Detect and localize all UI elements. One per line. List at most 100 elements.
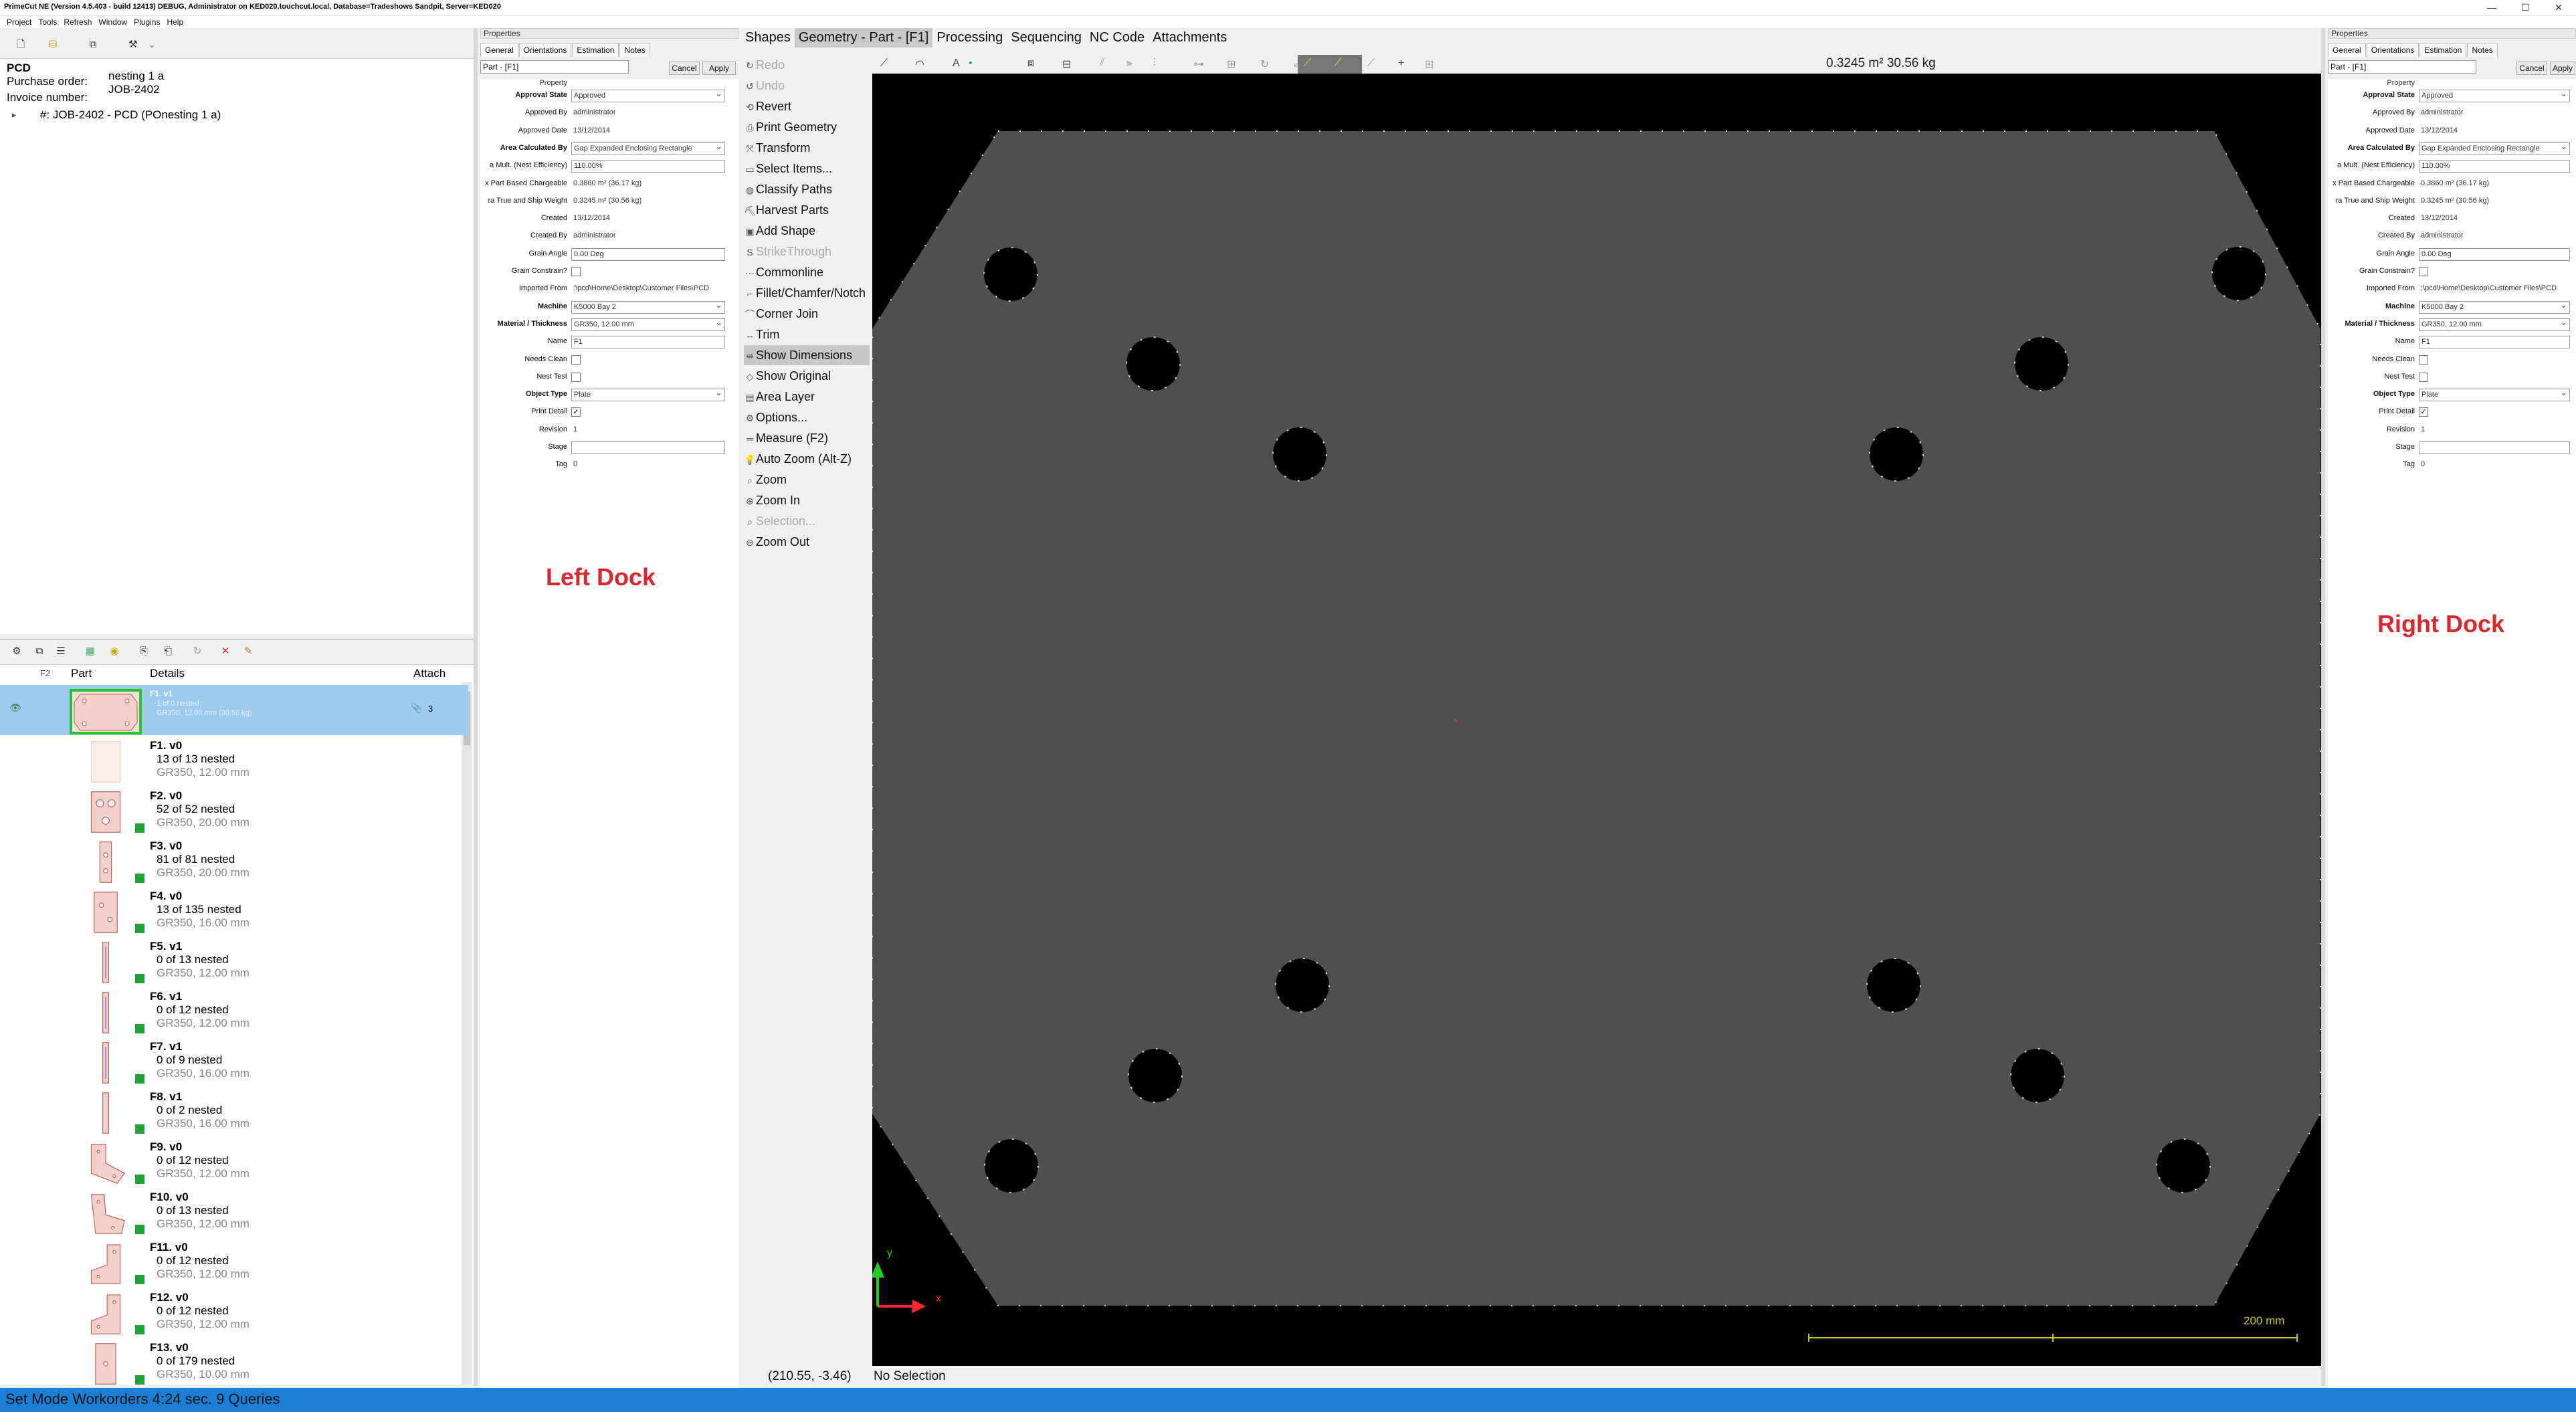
- command-transform[interactable]: ⤧ Transform: [744, 138, 870, 158]
- target-icon[interactable]: ◉: [107, 644, 122, 659]
- tools-icon[interactable]: ⚒: [126, 37, 140, 52]
- property-checkbox[interactable]: [2419, 372, 2428, 382]
- command-area-layer[interactable]: ▤ Area Layer: [744, 387, 870, 407]
- command-trim[interactable]: ↔ Trim: [744, 324, 870, 344]
- settings-icon[interactable]: ⚙: [9, 644, 24, 659]
- command-measure-f2[interactable]: ═ Measure (F2): [744, 428, 870, 448]
- visibility-icon[interactable]: 👁: [9, 702, 21, 714]
- command-harvest-parts[interactable]: ⛏Harvest Parts: [744, 200, 870, 220]
- command-corner-join[interactable]: ⌒ Corner Join: [744, 304, 870, 324]
- property-value[interactable]: GR350, 12.00 mm: [2419, 318, 2570, 331]
- arc-icon[interactable]: ◠: [915, 58, 924, 71]
- apply-button[interactable]: Apply: [2550, 62, 2575, 75]
- chevron-down-icon[interactable]: ⌄: [144, 37, 159, 52]
- attachment-icon[interactable]: 📎: [411, 702, 422, 714]
- cancel-button[interactable]: Cancel: [669, 62, 700, 75]
- property-value[interactable]: Gap Expanded Enclosing Rectangle: [2419, 142, 2570, 155]
- tab-nc-code[interactable]: NC Code: [1086, 28, 1149, 47]
- command-options[interactable]: ⚙ Options...: [744, 407, 870, 427]
- table-row[interactable]: F10. v0 0 of 13 nested GR350, 12.00 mm: [0, 1187, 468, 1237]
- hole[interactable]: [983, 247, 1038, 302]
- property-value[interactable]: [2419, 441, 2570, 454]
- command-revert[interactable]: ⟲ Revert: [744, 96, 870, 116]
- minimize-button[interactable]: —: [2475, 0, 2508, 16]
- command-print-geometry[interactable]: ⎙ Print Geometry: [744, 117, 870, 137]
- property-value[interactable]: 110.00%: [2419, 160, 2570, 173]
- join-icon[interactable]: ⊶: [1193, 58, 1204, 71]
- refresh-icon[interactable]: ↻: [190, 644, 205, 659]
- apply-button[interactable]: Apply: [702, 62, 736, 75]
- column-header-part[interactable]: Part: [71, 665, 92, 682]
- tab-general[interactable]: General: [2328, 43, 2366, 57]
- paste-icon[interactable]: ⎗: [161, 644, 175, 659]
- point-icon[interactable]: •: [969, 58, 973, 70]
- property-value[interactable]: 0.00 Deg: [2419, 247, 2570, 261]
- property-value[interactable]: F1: [571, 336, 725, 349]
- job-tree-item[interactable]: #: JOB-2402 - PCD (POnesting 1 a): [40, 108, 221, 122]
- hole[interactable]: [1128, 1048, 1183, 1103]
- table-row[interactable]: F2. v0 52 of 52 nested GR350, 20.00 mm: [0, 785, 468, 835]
- tab-shapes[interactable]: Shapes: [741, 28, 795, 47]
- property-checkbox[interactable]: [2419, 355, 2428, 365]
- property-value[interactable]: K5000 Bay 2: [571, 300, 725, 314]
- property-value[interactable]: F1: [2419, 336, 2570, 349]
- command-fillet-chamfer-notch[interactable]: ⌐ Fillet/Chamfer/Notch: [744, 283, 870, 303]
- menu-refresh[interactable]: Refresh: [64, 17, 92, 27]
- hole[interactable]: [2156, 1138, 2211, 1193]
- property-value[interactable]: GR350, 12.00 mm: [571, 318, 725, 331]
- hole[interactable]: [1869, 427, 1924, 482]
- tab-processing[interactable]: Processing: [932, 28, 1007, 47]
- align-icon[interactable]: ⧈: [1027, 58, 1034, 70]
- distribute-icon[interactable]: ⊟: [1062, 58, 1071, 71]
- hole[interactable]: [1272, 427, 1327, 482]
- column-header-details[interactable]: Details: [150, 665, 185, 682]
- column-header-attach[interactable]: Attach: [413, 665, 445, 682]
- menu-project[interactable]: Project: [7, 17, 31, 27]
- hole[interactable]: [2014, 336, 2069, 391]
- new-icon[interactable]: 🗋: [13, 37, 28, 52]
- tab-geometry[interactable]: Geometry - Part - [F1]: [794, 28, 933, 47]
- property-value[interactable]: 110.00%: [571, 160, 725, 173]
- command-add-shape[interactable]: ▣ Add Shape: [744, 221, 870, 241]
- layers-icon[interactable]: ⧉: [32, 644, 47, 659]
- stack-icon[interactable]: ☰: [54, 644, 68, 659]
- tab-estimation[interactable]: Estimation: [2419, 43, 2467, 57]
- tab-sequencing[interactable]: Sequencing: [1007, 28, 1086, 47]
- property-value[interactable]: [571, 441, 725, 454]
- delete-icon[interactable]: ✕: [218, 644, 233, 659]
- property-checkbox[interactable]: ✓: [571, 407, 581, 417]
- tab-attachments[interactable]: Attachments: [1149, 28, 1231, 47]
- tab-estimation[interactable]: Estimation: [572, 43, 619, 57]
- property-checkbox[interactable]: [571, 372, 581, 382]
- tree-expand-icon[interactable]: ▸: [12, 110, 17, 120]
- property-value[interactable]: Approved: [2419, 90, 2570, 102]
- command-commonline[interactable]: ⋯ Commonline: [744, 262, 870, 282]
- table-row[interactable]: F3. v0 81 of 81 nested GR350, 20.00 mm: [0, 835, 468, 886]
- tab-general[interactable]: General: [480, 43, 518, 57]
- property-checkbox[interactable]: [2419, 267, 2428, 276]
- property-value[interactable]: Approved: [571, 90, 725, 102]
- hole[interactable]: [2010, 1048, 2065, 1103]
- hole[interactable]: [2211, 246, 2266, 301]
- property-value[interactable]: Plate: [2419, 389, 2570, 402]
- part-selector-dropdown[interactable]: Part - [F1]: [2328, 60, 2476, 74]
- nest-icon[interactable]: ▦: [83, 644, 98, 659]
- table-row[interactable]: F7. v1 0 of 9 nested GR350, 16.00 mm: [0, 1036, 468, 1086]
- tab-orientations[interactable]: Orientations: [2366, 43, 2419, 57]
- close-button[interactable]: ✕: [2542, 0, 2575, 16]
- mirror-icon[interactable]: ⫽: [1100, 58, 1104, 70]
- command-zoom-out[interactable]: ⊖ Zoom Out: [744, 532, 870, 552]
- property-checkbox[interactable]: [571, 355, 581, 365]
- offset-icon[interactable]: ⫸: [1126, 58, 1132, 70]
- menu-plugins[interactable]: Plugins: [134, 17, 160, 27]
- menu-tools[interactable]: Tools: [38, 17, 57, 27]
- snap-mid-icon[interactable]: ⟋: [1334, 58, 1341, 70]
- table-row[interactable]: F4. v0 13 of 135 nested GR350, 16.00 mm: [0, 886, 468, 936]
- line-icon[interactable]: ⟋: [880, 58, 888, 70]
- column-header-flag[interactable]: F2: [40, 665, 50, 682]
- explode-icon[interactable]: ⊞: [1227, 58, 1235, 71]
- grid-icon[interactable]: ⊞: [1425, 58, 1433, 71]
- table-row-selected[interactable]: 👁 F1. v1 1 of 0 nested GR350, 12.00 mm (…: [0, 685, 468, 735]
- command-zoom[interactable]: ⌕ Zoom: [744, 470, 870, 490]
- property-checkbox[interactable]: [571, 267, 581, 276]
